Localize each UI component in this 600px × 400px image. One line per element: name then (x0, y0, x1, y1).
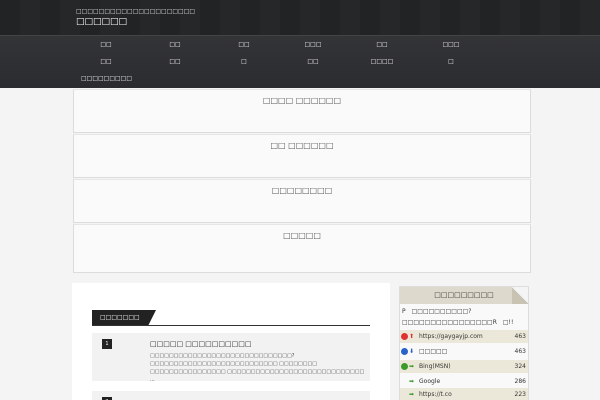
arrow-down-icon: ⬇ (409, 348, 415, 355)
main-nav: □□ □□ □□ □□□ □□ □□□ □□ □□ □ □□ □□□□ □ □□… (0, 35, 600, 88)
section-heading: □□□□□□□ (92, 310, 156, 326)
referrer-count: 463 (514, 348, 526, 355)
nav-item[interactable]: □□ (288, 58, 338, 66)
site-title[interactable]: □□□□□□ (76, 17, 127, 27)
referrer-count: 286 (514, 378, 526, 385)
post-title[interactable]: □□□□ □□□□□□ (74, 96, 530, 105)
nav-item[interactable]: □ (219, 58, 269, 66)
rank-2-icon (401, 348, 408, 355)
site-header: □□□□□□□□□□□□□□□□□□□□□ □□□□□□ □□ □□ □□ □□… (0, 0, 600, 88)
referrer-name[interactable]: Bing(MSN) (419, 360, 451, 373)
section-divider (92, 325, 370, 326)
referrer-count: 324 (514, 363, 526, 370)
arrow-right-icon: ➡ (409, 391, 415, 398)
nav-item[interactable]: □□ (81, 58, 131, 66)
rank-3-icon (401, 363, 408, 370)
nav-item[interactable]: □□□□ (357, 58, 407, 66)
referrer-count: 223 (514, 391, 526, 398)
main-content: □□□□□□□ 1 □□□□□ □□□□□□□□□□ □□□□□□□□□□□□□… (72, 283, 390, 400)
widget-title: □□□□□□□□□ (400, 287, 528, 304)
referrer-row[interactable]: ➡ https://t.co 223 (400, 388, 528, 400)
nav-item[interactable]: □□ (150, 41, 200, 49)
nav-item[interactable]: □□ (150, 58, 200, 66)
nav-item[interactable]: □□□ (288, 41, 338, 49)
ranking-title[interactable]: □□□□□ □□□□□□□□□□ (150, 340, 251, 348)
referrer-widget: □□□□□□□□□ P □□□□□□□□□□? □□□□□□□□□□□□□□□□… (399, 286, 529, 400)
nav-item[interactable]: □□ (219, 41, 269, 49)
post-title[interactable]: □□ □□□□□□ (74, 141, 530, 150)
post-title[interactable]: □□□□□ (74, 231, 530, 240)
referrer-name[interactable]: https://t.co (419, 388, 452, 400)
post-card[interactable]: □□□□□ (73, 224, 531, 273)
ranking-excerpt: □□□□□□□□□□□□□□□□□□□□□□□□□□□□□□? □□□□□□□□… (150, 353, 365, 383)
ranking-item[interactable]: 2 (92, 391, 370, 400)
referrer-name[interactable]: □□□□□ (419, 345, 447, 358)
post-card[interactable]: □□□□ □□□□□□ (73, 89, 531, 133)
referrer-row[interactable]: ⬆ https://gaygayjp.com 463 (400, 330, 528, 343)
referrer-count: 463 (514, 333, 526, 340)
arrow-right-icon: ➡ (409, 378, 415, 385)
corner-fold-icon (512, 287, 528, 304)
nav-item[interactable]: □□ (357, 41, 407, 49)
arrow-up-icon: ⬆ (409, 333, 415, 340)
ranking-item[interactable]: 1 □□□□□ □□□□□□□□□□ □□□□□□□□□□□□□□□□□□□□□… (92, 333, 370, 383)
site-tagline: □□□□□□□□□□□□□□□□□□□□□ (76, 8, 196, 15)
referrer-row[interactable]: ➡ Bing(MSN) 324 (400, 360, 528, 373)
widget-description: P □□□□□□□□□□? □□□□□□□□□□□□□□□□R □!! (402, 308, 514, 326)
referrer-row[interactable]: ⬇ □□□□□ 463 (400, 345, 528, 358)
nav-item[interactable]: □ (426, 58, 476, 66)
nav-item[interactable]: □□□ (426, 41, 476, 49)
referrer-row[interactable]: ➡ Google 286 (400, 375, 528, 388)
nav-item[interactable]: □□□□□□□□□ (81, 75, 132, 83)
referrer-name[interactable]: https://gaygayjp.com (419, 330, 483, 343)
rank-number: 1 (102, 339, 112, 349)
arrow-right-icon: ➡ (409, 363, 415, 370)
post-card[interactable]: □□ □□□□□□ (73, 134, 531, 178)
post-card[interactable]: □□□□□□□□ (73, 179, 531, 223)
rank-1-icon (401, 333, 408, 340)
nav-item[interactable]: □□ (81, 41, 131, 49)
referrer-name[interactable]: Google (419, 375, 440, 388)
post-title[interactable]: □□□□□□□□ (74, 186, 530, 195)
